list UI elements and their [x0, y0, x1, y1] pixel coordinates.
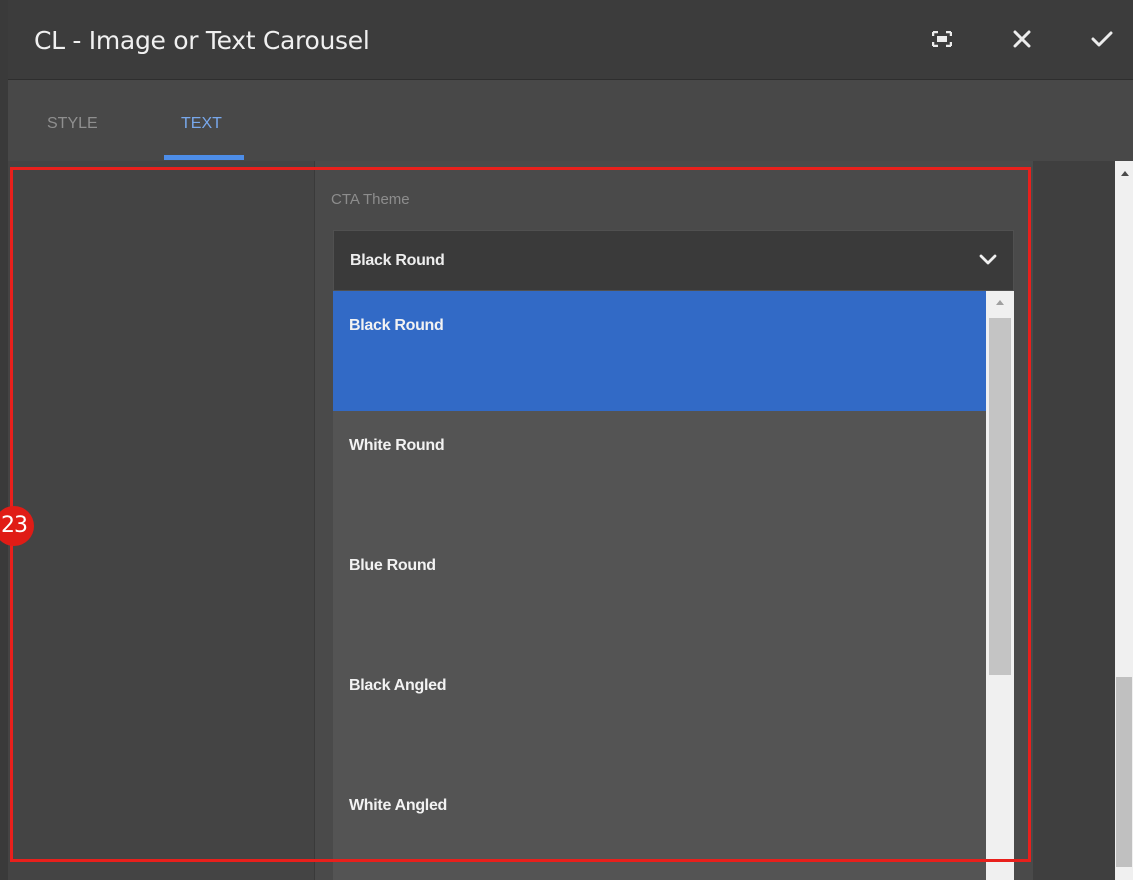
option-label: Blue Round [349, 557, 436, 574]
close-icon [1013, 30, 1031, 48]
dialog-scrollbar[interactable] [1115, 161, 1133, 880]
dropdown-scrollbar[interactable] [986, 291, 1014, 880]
scroll-up-arrow-icon[interactable] [1121, 171, 1129, 176]
dialog-title: CL - Image or Text Carousel [34, 26, 370, 55]
cta-theme-label: CTA Theme [331, 191, 410, 208]
done-button[interactable] [1085, 22, 1119, 56]
fullscreen-icon [932, 31, 952, 47]
dropdown-option-white-angled[interactable]: White Angled [333, 771, 986, 880]
option-label: White Angled [349, 797, 448, 814]
window-edge [0, 0, 8, 880]
close-button[interactable] [1005, 22, 1039, 56]
dialog-header: CL - Image or Text Carousel [0, 0, 1133, 80]
active-tab-indicator [164, 155, 244, 160]
cta-theme-select[interactable]: Black Round [333, 230, 1014, 291]
tab-bar: STYLE TEXT [8, 81, 1133, 161]
fullscreen-button[interactable] [925, 22, 959, 56]
left-panel [8, 161, 314, 880]
check-icon [1091, 30, 1113, 48]
right-panel [1033, 161, 1115, 880]
dropdown-option-blue-round[interactable]: Blue Round [333, 531, 986, 651]
dropdown-option-black-round[interactable]: Black Round [333, 291, 986, 411]
chevron-down-icon [979, 253, 997, 271]
dropdown-scrollbar-thumb[interactable] [989, 318, 1011, 675]
option-label: White Round [349, 437, 445, 454]
dropdown-option-white-round[interactable]: White Round [333, 411, 986, 531]
tab-style[interactable]: STYLE [47, 115, 98, 133]
dropdown-option-black-angled[interactable]: Black Angled [333, 651, 986, 771]
option-label: Black Angled [349, 677, 447, 694]
cta-theme-dropdown: Black Round White Round Blue Round Black… [333, 291, 1014, 880]
scrollbar-thumb[interactable] [1116, 677, 1132, 867]
option-label: Black Round [349, 317, 444, 334]
cta-theme-selected-value: Black Round [350, 252, 445, 269]
scroll-up-arrow-icon[interactable] [996, 300, 1004, 305]
tab-text[interactable]: TEXT [181, 115, 222, 133]
